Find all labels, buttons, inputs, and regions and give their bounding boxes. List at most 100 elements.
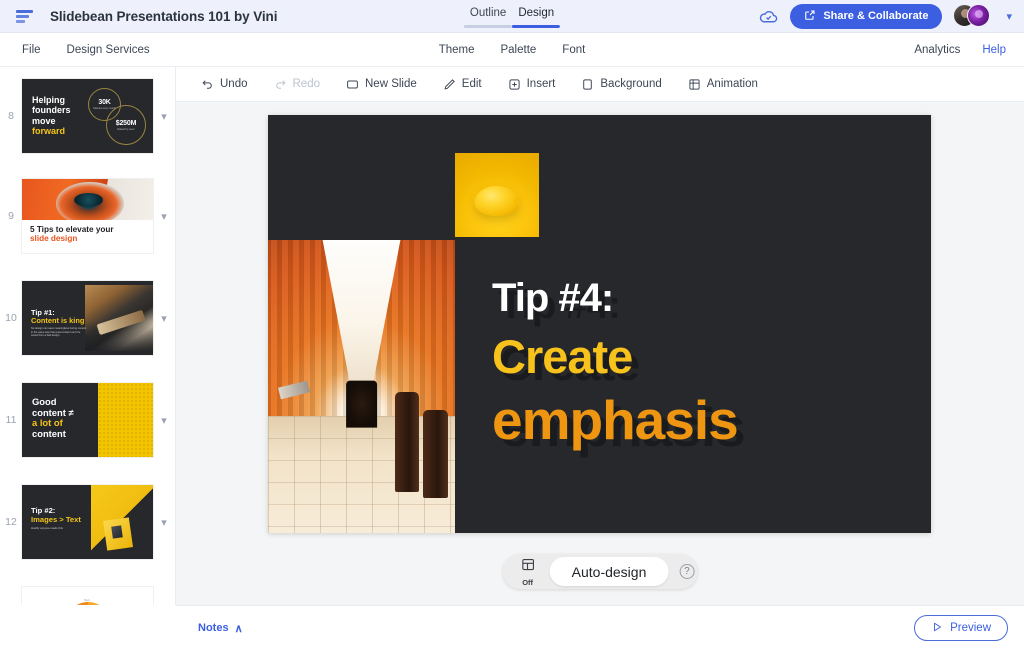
tunnel-pillar-far-right: [423, 410, 447, 498]
slide-list-item[interactable]: 11 Good content ≠ a lot of content ▾: [0, 369, 175, 471]
toolbar-edit-label: Edit: [462, 78, 482, 90]
thumb9-accent: slide design: [30, 234, 114, 243]
donut-label-text: Text: [84, 598, 90, 602]
hands-craft-photo: [85, 285, 153, 351]
sidebar-footer-spacer: [0, 605, 176, 650]
menu-item-file[interactable]: File: [22, 44, 41, 56]
tab-design-label: Design: [518, 7, 554, 19]
thumb12-body: Hardly anyone reads this: [31, 527, 83, 531]
toolbar-edit-button[interactable]: Edit: [430, 74, 495, 95]
menu-group-left: File Design Services: [0, 44, 150, 56]
slide-list-item[interactable]: 12 Tip #2: Images > Text Hardly anyone r…: [0, 471, 175, 573]
menu-group-center: Theme Palette Font: [439, 44, 586, 56]
slide-headline-block[interactable]: Tip #4: Create emphasis: [492, 278, 738, 448]
avatar-group[interactable]: [953, 4, 995, 28]
slide-line-2: Create: [492, 333, 738, 381]
redo-icon: [274, 78, 287, 91]
share-collaborate-label: Share & Collaborate: [823, 10, 928, 22]
slide-list-item[interactable]: 9 5 Tips to elevate your slide design ▾: [0, 165, 175, 267]
orange-tunnel-corridor-photo[interactable]: [268, 240, 455, 533]
menu-group-right: Analytics Help: [914, 44, 1024, 56]
account-chevron-down-icon[interactable]: ▾: [1006, 10, 1012, 23]
chevron-down-icon[interactable]: ▾: [153, 414, 175, 427]
notes-label: Notes: [198, 622, 229, 634]
slide-thumbnail-sidebar[interactable]: 8 Helping founders move forward 30K Star…: [0, 67, 176, 650]
question-mark-icon[interactable]: ?: [679, 564, 694, 579]
avatar-user-2: [967, 4, 990, 27]
toolbar-insert-label: Insert: [527, 78, 556, 90]
toolbar-undo-label: Undo: [220, 78, 248, 90]
lemon-shape: [474, 186, 519, 216]
stat-1-value: 30K: [98, 99, 110, 106]
current-slide-stage[interactable]: Tip #4: Create emphasis: [268, 115, 931, 533]
lemon-on-yellow-photo[interactable]: [455, 153, 539, 237]
tab-outline[interactable]: Outline: [464, 7, 512, 28]
auto-design-toggle-state: Off: [522, 578, 533, 587]
help-glyph: ?: [684, 566, 690, 577]
slide-thumbnail-9[interactable]: 5 Tips to elevate your slide design: [22, 179, 153, 253]
play-icon: [931, 621, 943, 636]
toolbar-background-label: Background: [600, 78, 661, 90]
slide-thumbnail-11[interactable]: Good content ≠ a lot of content: [22, 383, 153, 457]
toolbar-undo-button[interactable]: Undo: [188, 74, 261, 95]
menu-item-theme[interactable]: Theme: [439, 44, 475, 56]
auto-design-toggle-off[interactable]: Off: [506, 557, 550, 586]
toolbar-redo-button[interactable]: Redo: [261, 74, 334, 95]
slide-number: 11: [0, 414, 22, 426]
toolbar-animation-button[interactable]: Animation: [675, 74, 771, 95]
chevron-down-icon[interactable]: ▾: [153, 516, 175, 529]
thumb8-line1: Helping: [32, 95, 71, 105]
auto-design-label: Auto-design: [572, 564, 647, 580]
thumb8-accent: forward: [32, 126, 71, 136]
slide-thumbnail-12[interactable]: Tip #2: Images > Text Hardly anyone read…: [22, 485, 153, 559]
slide-canvas-area: Tip #4: Create emphasis Off Auto-design …: [176, 102, 1024, 605]
background-icon: [581, 78, 594, 91]
preview-label: Preview: [950, 622, 991, 634]
plus-box-icon: [508, 78, 521, 91]
slide-number: 9: [0, 210, 22, 222]
header-actions: Share & Collaborate ▾: [758, 4, 1024, 29]
thumb10-body: No design can save meaningless boring co…: [31, 327, 87, 338]
slide-line-1: Tip #4:: [492, 278, 738, 319]
tunnel-pillar-right: [395, 392, 419, 492]
tab-design-underline: [512, 25, 560, 28]
auto-design-button[interactable]: Auto-design: [550, 557, 669, 586]
toolbar-redo-label: Redo: [293, 78, 321, 90]
menu-item-palette[interactable]: Palette: [500, 44, 536, 56]
slide-thumbnail-8[interactable]: Helping founders move forward 30K Startu…: [22, 79, 153, 153]
cloud-check-icon[interactable]: [758, 6, 779, 27]
view-tabs: Outline Design: [464, 0, 560, 32]
chevron-down-icon[interactable]: ▾: [153, 312, 175, 325]
thumb8-line2: founders: [32, 105, 71, 115]
slide-list-item[interactable]: 8 Helping founders move forward 30K Star…: [0, 67, 175, 165]
menu-item-help[interactable]: Help: [982, 44, 1006, 56]
slidebean-menu-icon[interactable]: [16, 9, 36, 23]
menu-bar: File Design Services Theme Palette Font …: [0, 33, 1024, 67]
spiral-staircase-photo: [22, 179, 153, 220]
toolbar-new-slide-button[interactable]: New Slide: [333, 74, 430, 95]
slide-number: 10: [0, 312, 22, 324]
notes-toggle-button[interactable]: Notes ∧: [198, 622, 243, 635]
animation-grid-icon: [688, 78, 701, 91]
stat-2-value: $250M: [116, 120, 136, 127]
chevron-down-icon[interactable]: ▾: [153, 110, 175, 123]
toolbar-insert-button[interactable]: Insert: [495, 74, 569, 95]
tab-outline-underline: [464, 25, 512, 28]
slide-thumbnail-10[interactable]: Tip #1: Content is king No design can sa…: [22, 281, 153, 355]
toolbar-background-button[interactable]: Background: [568, 74, 674, 95]
tab-design[interactable]: Design: [512, 7, 560, 28]
menu-item-font[interactable]: Font: [562, 44, 585, 56]
menu-item-design-services[interactable]: Design Services: [67, 44, 150, 56]
slide-list-item[interactable]: 10 Tip #1: Content is king No design can…: [0, 267, 175, 369]
menu-item-analytics[interactable]: Analytics: [914, 44, 960, 56]
slide-number: 8: [0, 110, 22, 122]
share-collaborate-button[interactable]: Share & Collaborate: [790, 4, 942, 29]
chevron-down-icon[interactable]: ▾: [153, 210, 175, 223]
thumb12-accent: Images > Text: [31, 516, 81, 525]
preview-button[interactable]: Preview: [914, 615, 1008, 641]
tunnel-vanishing-point: [346, 381, 378, 428]
thumb9-title: 5 Tips to elevate your: [30, 225, 114, 234]
new-slide-icon: [346, 78, 359, 91]
page-title: Slidebean Presentations 101 by Vini: [50, 9, 277, 24]
thumb10-accent: Content is king: [31, 317, 84, 325]
